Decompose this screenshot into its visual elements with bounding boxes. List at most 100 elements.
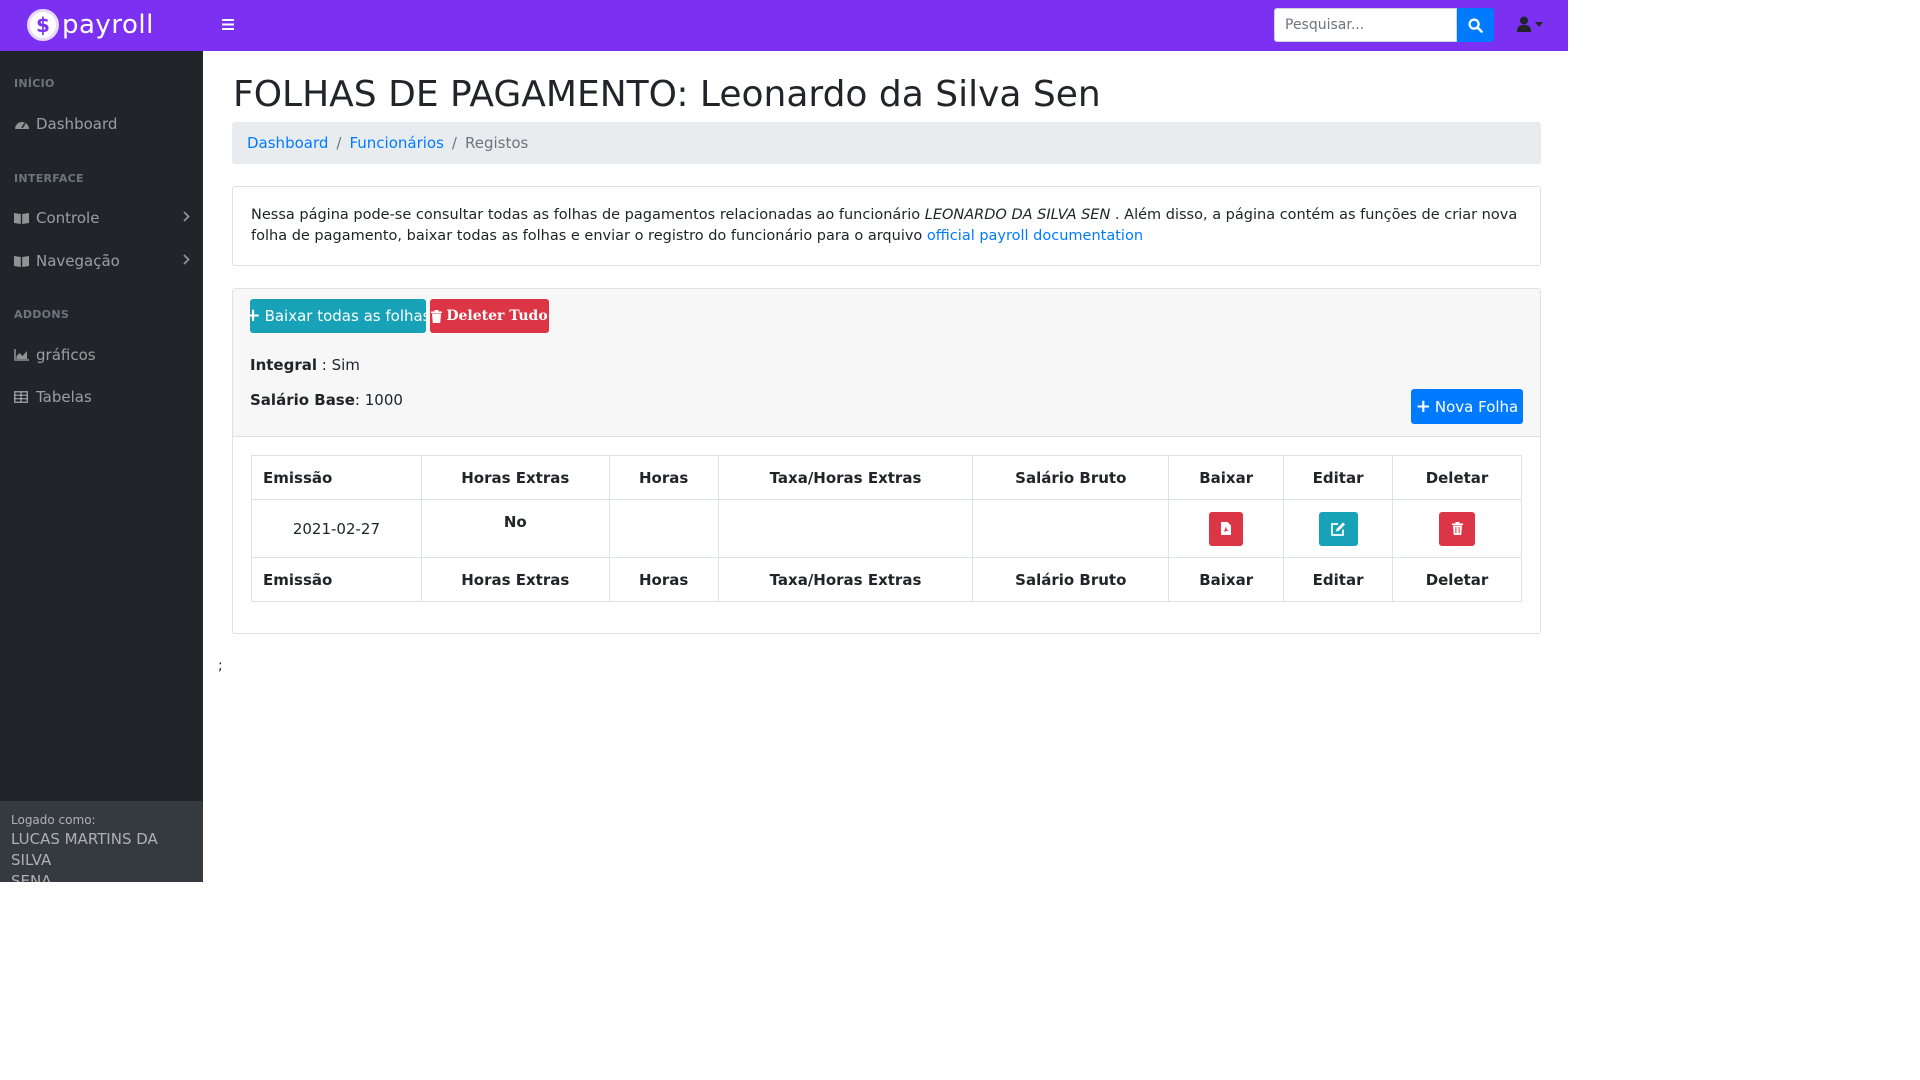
breadcrumb-current: Registos <box>464 134 529 152</box>
coin-icon: $ <box>27 9 59 41</box>
edit-icon <box>1330 522 1345 536</box>
cell-horas-extras: No <box>420 499 610 558</box>
col-header-emissao: Emissão <box>251 455 422 500</box>
sidebar-heading-inicio: INÍCIO <box>14 77 55 90</box>
chevron-right-icon <box>183 253 190 269</box>
cell-editar <box>1283 499 1394 558</box>
sidebar-item-label: Controle <box>36 209 100 227</box>
info-text-before: Nessa página pode-se consultar todas as … <box>251 207 925 223</box>
panel-header: + Baixar todas as folhas Deleter Tudo In… <box>233 289 1540 437</box>
tachometer-icon <box>14 117 30 131</box>
sidebar-item-dashboard[interactable]: Dashboard <box>14 112 190 136</box>
sidebar-heading-interface: INTERFACE <box>14 172 84 185</box>
table-icon <box>14 390 30 404</box>
area-chart-icon <box>14 348 30 362</box>
page-title: FOLHAS DE PAGAMENTO: Leonardo da Silva S… <box>233 74 1101 115</box>
col-footer-deletar: Deletar <box>1392 557 1522 602</box>
brand-name: payroll <box>62 10 154 40</box>
sidebar-item-label: gráficos <box>36 346 96 364</box>
sidebar-item-tabelas[interactable]: Tabelas <box>14 385 190 409</box>
logged-in-user: LUCAS MARTINS DA SILVA SENA <box>11 829 192 892</box>
search-button[interactable] <box>1457 8 1494 42</box>
user-icon <box>1517 16 1531 32</box>
sidebar-footer: Logado como: LUCAS MARTINS DA SILVA SENA <box>0 801 203 890</box>
logged-in-user-line1: LUCAS MARTINS DA SILVA <box>11 830 158 869</box>
col-footer-salario-bruto: Salário Bruto <box>972 557 1170 602</box>
file-pdf-icon <box>1221 522 1232 535</box>
book-icon <box>14 211 30 225</box>
download-all-label: Baixar todas as folhas <box>264 307 431 325</box>
delete-all-label: Deleter Tudo <box>446 308 548 324</box>
search-icon <box>1468 17 1483 33</box>
col-footer-emissao: Emissão <box>251 557 422 602</box>
integral-value: : Sim <box>317 356 360 374</box>
search-input[interactable] <box>1274 8 1457 42</box>
book-icon <box>14 254 30 268</box>
trash-icon <box>1451 522 1463 535</box>
sidebar-item-label: Tabelas <box>36 388 92 406</box>
sidebar-item-label: Navegação <box>36 252 120 270</box>
plus-icon: + <box>245 305 261 326</box>
col-footer-taxa: Taxa/Horas Extras <box>717 557 974 602</box>
col-header-deletar: Deletar <box>1392 455 1522 500</box>
user-dropdown[interactable] <box>1517 16 1543 32</box>
col-header-taxa: Taxa/Horas Extras <box>717 455 974 500</box>
integral-field: Integral : Sim <box>250 356 360 374</box>
table-header-row: Emissão Horas Extras Horas Taxa/Horas Ex… <box>251 455 1522 500</box>
payroll-table: Emissão Horas Extras Horas Taxa/Horas Ex… <box>251 455 1522 602</box>
sidebar-item-label: Dashboard <box>36 115 118 133</box>
logged-in-user-line2: SENA <box>11 872 52 890</box>
breadcrumb-separator: / <box>336 134 342 152</box>
col-header-editar: Editar <box>1283 455 1394 500</box>
cell-salario-bruto <box>972 499 1170 558</box>
cell-baixar <box>1168 499 1285 558</box>
integral-label: Integral <box>250 356 318 374</box>
stray-text: ; <box>218 658 223 674</box>
cell-horas <box>608 499 719 558</box>
cell-taxa <box>717 499 974 558</box>
sidebar-item-graficos[interactable]: gráficos <box>14 343 190 367</box>
download-all-button[interactable]: + Baixar todas as folhas <box>245 299 431 333</box>
chevron-right-icon <box>183 210 190 226</box>
col-footer-horas-extras: Horas Extras <box>420 557 610 602</box>
table-footer-row: Emissão Horas Extras Horas Taxa/Horas Ex… <box>251 557 1522 602</box>
sidebar: INÍCIO Dashboard INTERFACE Controle Nave… <box>0 51 203 890</box>
salary-value: : 1000 <box>354 391 403 409</box>
sidebar-item-navegacao[interactable]: Navegação <box>14 249 190 273</box>
col-header-salario-bruto: Salário Bruto <box>972 455 1170 500</box>
top-navbar: $ payroll <box>0 0 1568 51</box>
salary-label: Salário Base <box>250 391 355 409</box>
menu-toggle-icon[interactable] <box>222 15 234 34</box>
table-row: 2021-02-27 No <box>251 499 1522 558</box>
col-footer-horas: Horas <box>608 557 719 602</box>
plus-icon: + <box>1415 395 1431 417</box>
breadcrumb-separator: / <box>451 134 457 152</box>
logged-in-caption: Logado como: <box>11 813 96 827</box>
trash-icon <box>431 309 443 323</box>
edit-button[interactable] <box>1318 511 1358 546</box>
cell-deletar <box>1392 499 1522 558</box>
breadcrumb-funcionarios[interactable]: Funcionários <box>349 134 443 152</box>
col-header-horas-extras: Horas Extras <box>420 455 610 500</box>
new-sheet-button[interactable]: + Nova Folha <box>1411 389 1523 424</box>
col-footer-baixar: Baixar <box>1168 557 1285 602</box>
documentation-link[interactable]: official payroll documentation <box>927 228 1143 244</box>
delete-all-button[interactable]: Deleter Tudo <box>430 299 549 333</box>
breadcrumb-dashboard[interactable]: Dashboard <box>247 134 328 152</box>
salary-field: Salário Base: 1000 <box>250 391 403 409</box>
col-header-horas: Horas <box>608 455 719 500</box>
delete-row-button[interactable] <box>1439 511 1476 546</box>
sidebar-heading-addons: ADDONS <box>14 308 70 321</box>
payroll-panel: + Baixar todas as folhas Deleter Tudo In… <box>232 288 1541 634</box>
download-pdf-button[interactable] <box>1209 511 1244 546</box>
new-sheet-label: Nova Folha <box>1434 397 1519 416</box>
caret-down-icon <box>1535 21 1543 27</box>
sidebar-item-controle[interactable]: Controle <box>14 206 190 230</box>
col-footer-editar: Editar <box>1283 557 1394 602</box>
col-header-baixar: Baixar <box>1168 455 1285 500</box>
info-employee-name: LEONARDO DA SILVA SEN <box>924 207 1111 223</box>
brand-logo[interactable]: $ payroll <box>27 8 154 42</box>
cell-emissao: 2021-02-27 <box>251 499 422 558</box>
info-card: Nessa página pode-se consultar todas as … <box>232 186 1541 266</box>
breadcrumb: Dashboard / Funcionários / Registos <box>232 122 1541 164</box>
